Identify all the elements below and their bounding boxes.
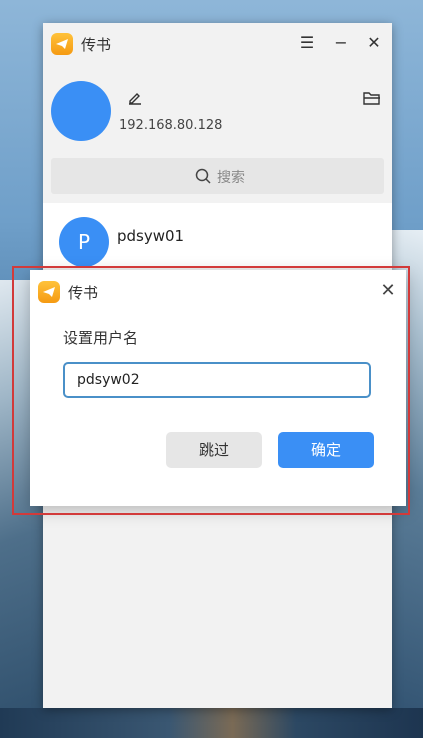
profile-section: 192.168.80.128: [43, 63, 392, 158]
list-item[interactable]: P pdsyw01: [43, 203, 392, 267]
menu-icon[interactable]: ☰: [297, 33, 317, 53]
edit-icon[interactable]: [127, 89, 143, 105]
folder-icon[interactable]: [363, 90, 381, 106]
app-logo-icon: [51, 33, 73, 55]
device-avatar: P: [59, 217, 109, 267]
device-name: pdsyw01: [117, 227, 185, 245]
search-placeholder: 搜索: [217, 170, 245, 186]
ip-address: 192.168.80.128: [119, 118, 223, 133]
avatar[interactable]: [51, 81, 111, 141]
search-icon: [195, 168, 211, 184]
highlight-rectangle: [12, 266, 410, 515]
minimize-button[interactable]: −: [331, 33, 351, 53]
app-title: 传书: [81, 36, 112, 54]
search-input[interactable]: 搜索: [51, 158, 384, 194]
title-bar: 传书 ☰ − ✕: [43, 23, 392, 63]
close-button[interactable]: ✕: [364, 33, 384, 53]
wallpaper-bottom: [0, 708, 423, 738]
